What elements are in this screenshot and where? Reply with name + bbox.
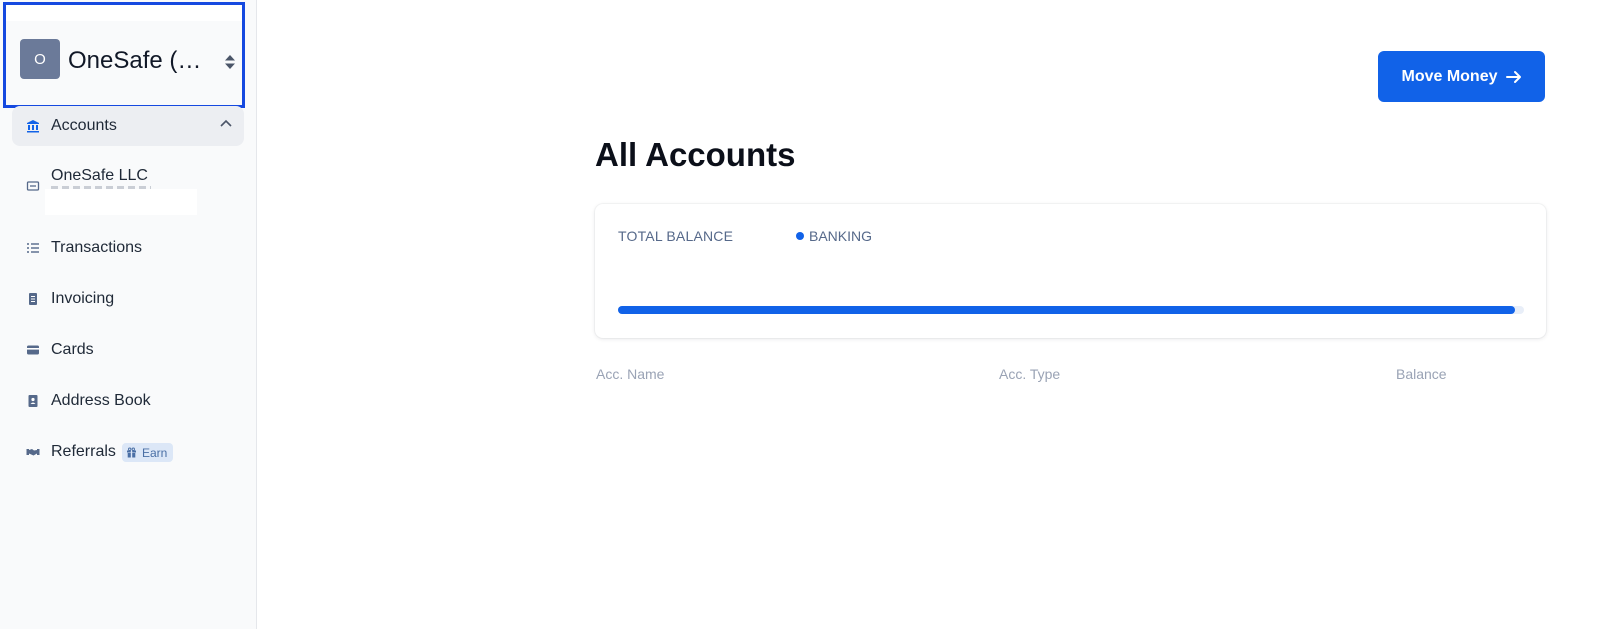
sidebar-item-label: Invoicing bbox=[51, 290, 115, 307]
app-root: O OneSafe (R... Accounts OneSafe LLC Tra… bbox=[0, 0, 1599, 629]
column-header-acc-name[interactable]: Acc. Name bbox=[596, 366, 664, 382]
sidebar-item-label: Accounts bbox=[51, 117, 117, 134]
sidebar-subitem-label: OneSafe LLC bbox=[51, 167, 148, 184]
org-avatar: O bbox=[20, 39, 60, 79]
sidebar-item-referrals[interactable]: Referrals Earn bbox=[12, 432, 244, 472]
earn-badge: Earn bbox=[122, 443, 174, 462]
sort-updown-icon[interactable] bbox=[224, 54, 236, 70]
sidebar-item-cards[interactable]: Cards bbox=[12, 330, 244, 370]
sidebar-item-label: Cards bbox=[51, 341, 94, 358]
sidebar-item-label: Referrals bbox=[51, 443, 116, 460]
org-name: OneSafe (R... bbox=[68, 47, 212, 74]
balance-distribution-bar bbox=[618, 306, 1524, 314]
sidebar-item-address-book[interactable]: Address Book bbox=[12, 381, 244, 421]
column-header-acc-type[interactable]: Acc. Type bbox=[999, 366, 1060, 382]
gift-icon bbox=[127, 447, 136, 458]
sidebar-item-label: Address Book bbox=[51, 392, 151, 409]
page-title: All Accounts bbox=[595, 136, 796, 173]
earn-badge-label: Earn bbox=[142, 445, 168, 460]
bank-icon bbox=[26, 119, 40, 133]
legend-banking: BANKING bbox=[796, 228, 872, 244]
column-header-balance[interactable]: Balance bbox=[1396, 366, 1447, 382]
sidebar-item-label: Transactions bbox=[51, 239, 142, 256]
move-money-label: Move Money bbox=[1401, 67, 1498, 85]
redaction-box bbox=[45, 189, 197, 215]
total-balance-label: TOTAL BALANCE bbox=[618, 228, 734, 244]
sidebar-item-invoicing[interactable]: Invoicing bbox=[12, 279, 244, 319]
handshake-icon bbox=[26, 445, 40, 459]
sidebar: O OneSafe (R... Accounts OneSafe LLC Tra… bbox=[0, 0, 257, 629]
legend-dot bbox=[796, 232, 804, 240]
org-switcher-top bbox=[6, 5, 242, 21]
credit-card-icon bbox=[26, 343, 40, 357]
contact-book-icon bbox=[26, 394, 40, 408]
sidebar-item-transactions[interactable]: Transactions bbox=[12, 228, 244, 268]
sidebar-item-accounts[interactable]: Accounts bbox=[12, 106, 244, 146]
account-card-icon bbox=[26, 179, 40, 193]
banking-bar-segment[interactable] bbox=[618, 306, 1515, 314]
legend-label: BANKING bbox=[809, 228, 873, 244]
arrow-right-icon bbox=[1505, 70, 1521, 83]
sidebar-subitem-onesafe-llc[interactable]: OneSafe LLC bbox=[12, 165, 244, 217]
total-balance-card: TOTAL BALANCE BANKING bbox=[595, 204, 1546, 338]
chevron-up-icon[interactable] bbox=[220, 119, 232, 129]
invoice-icon bbox=[26, 292, 40, 306]
list-icon bbox=[26, 241, 40, 255]
org-switcher[interactable]: O OneSafe (R... bbox=[3, 2, 245, 108]
move-money-button[interactable]: Move Money bbox=[1378, 51, 1545, 102]
